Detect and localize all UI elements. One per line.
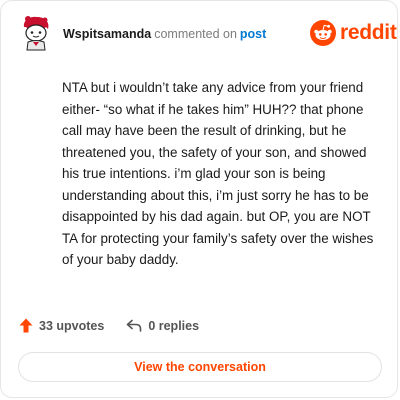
comment-card: Wspitsamanda commented on post reddit NTA …	[0, 0, 398, 398]
avatar[interactable]	[19, 15, 53, 51]
upvote-arrow-icon	[19, 318, 33, 333]
avatar-icon	[23, 16, 49, 51]
reply-button[interactable]: 0 replies	[126, 319, 199, 333]
action-text: commented on	[154, 27, 237, 41]
reddit-alien-icon	[310, 20, 336, 46]
upvote-count: 33 upvotes	[39, 318, 105, 333]
comment-body: NTA but i wouldn’t take any advice from …	[62, 80, 374, 267]
post-link[interactable]: post	[240, 27, 266, 41]
username-link[interactable]: Wspitsamanda	[63, 27, 151, 41]
comment-header: Wspitsamanda commented on post	[63, 26, 266, 42]
reply-arrow-icon	[127, 319, 142, 332]
upvote-button[interactable]: 33 upvotes	[19, 318, 104, 333]
view-conversation-button[interactable]: View the conversation	[18, 352, 382, 382]
reddit-wordmark: reddit	[340, 21, 397, 44]
reddit-logo[interactable]: reddit	[310, 20, 397, 46]
comment-footer: 33 upvotes 0 replies	[19, 318, 199, 333]
reply-count: 0 replies	[148, 318, 200, 333]
